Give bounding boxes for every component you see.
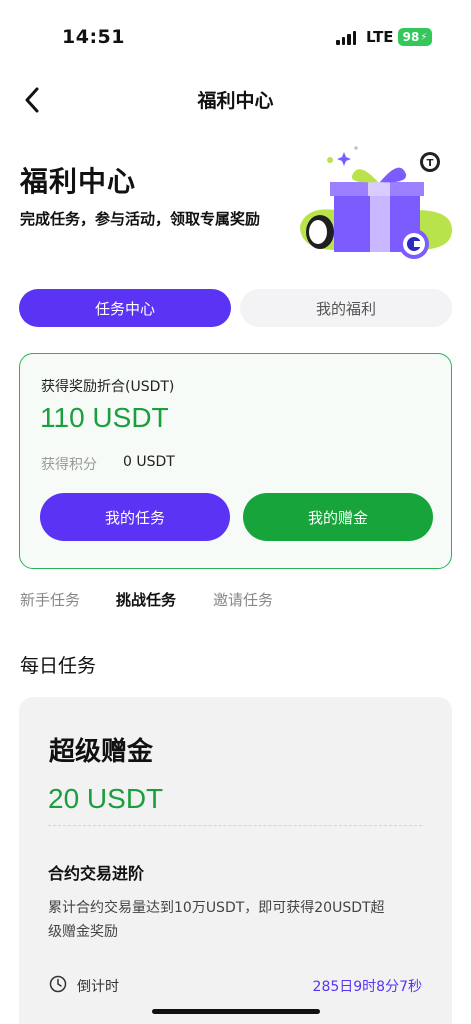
battery-level: 98	[402, 30, 420, 44]
task-reward: 20 USDT	[48, 783, 164, 814]
countdown-value: 285日9时8分7秒	[312, 979, 422, 995]
tab-my-benefits[interactable]: 我的福利	[240, 289, 452, 327]
signal-icon	[336, 31, 356, 45]
countdown-label: 倒计时	[77, 979, 119, 995]
page-title: 福利中心	[197, 90, 274, 112]
svg-text:T: T	[427, 158, 434, 169]
task-title: 超级赠金	[49, 737, 154, 767]
network-type: LTE	[366, 28, 394, 46]
reward-summary-card: 获得奖励折合(USDT) 110 USDT 获得积分 0 USDT 我的任务 我…	[19, 353, 452, 569]
tab-invite-tasks[interactable]: 邀请任务	[213, 589, 273, 610]
status-bar: 14:51 LTE 98 ⚡	[0, 0, 471, 70]
status-time: 14:51	[62, 26, 125, 48]
task-description: 累计合约交易量达到10万USDT，即可获得20USDT超级赠金奖励	[48, 900, 385, 940]
my-bonus-button[interactable]: 我的赠金	[243, 493, 433, 541]
daily-tasks-title: 每日任务	[20, 655, 97, 677]
hero-subtitle: 完成任务，参与活动，领取专属奖励	[20, 210, 261, 228]
task-card[interactable]: 超级赠金 20 USDT 合约交易进阶 累计合约交易量达到10万USDT，即可获…	[19, 697, 452, 1024]
clock-icon	[49, 975, 67, 993]
tab-task-center[interactable]: 任务中心	[19, 289, 231, 327]
home-indicator	[152, 1009, 320, 1014]
gift-box-illustration: T	[300, 146, 452, 259]
divider	[48, 825, 422, 826]
points-value: 0 USDT	[123, 454, 175, 470]
task-subtitle: 合约交易进阶	[48, 864, 145, 883]
tab-challenge-tasks[interactable]: 挑战任务	[116, 589, 176, 610]
reward-total-label: 获得奖励折合(USDT)	[41, 379, 175, 395]
points-label: 获得积分	[41, 457, 97, 473]
hero-title: 福利中心	[20, 165, 137, 198]
battery-icon: 98 ⚡	[398, 28, 432, 46]
my-tasks-button[interactable]: 我的任务	[40, 493, 230, 541]
reward-total-value: 110 USDT	[40, 402, 169, 433]
tab-newbie-tasks[interactable]: 新手任务	[20, 589, 80, 610]
